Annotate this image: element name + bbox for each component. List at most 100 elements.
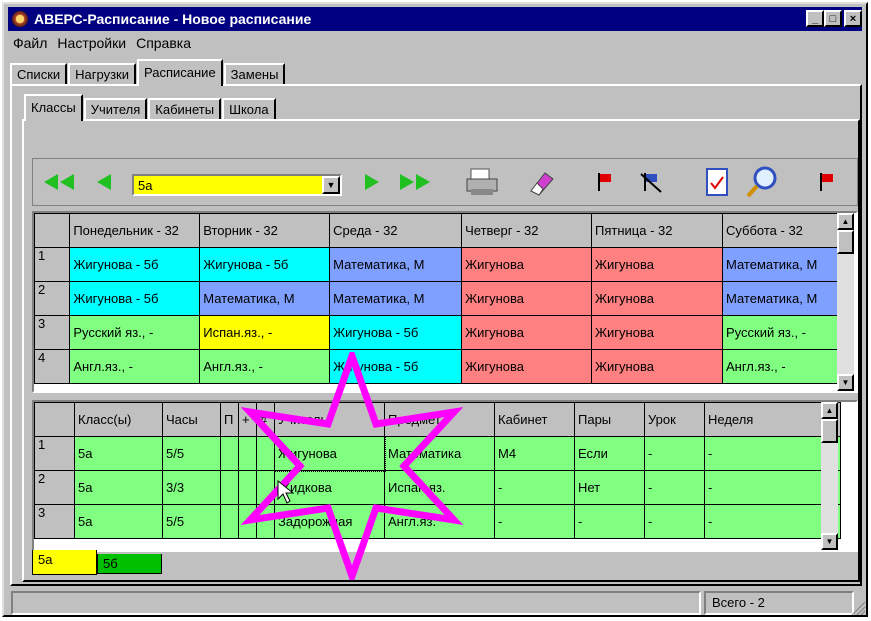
tab-replacements[interactable]: Замены xyxy=(223,63,286,86)
load-cell[interactable]: 5а xyxy=(74,470,163,505)
load-scrollbar[interactable]: ▲ ▼ xyxy=(821,402,838,550)
scroll-thumb[interactable] xyxy=(837,230,854,254)
class-tab-5b[interactable]: 5б xyxy=(97,554,162,574)
schedule-cell[interactable]: Жигунова xyxy=(461,281,593,316)
tab-classes[interactable]: Классы xyxy=(24,94,83,121)
scroll-down-icon[interactable]: ▼ xyxy=(837,374,854,391)
column-header[interactable]: Урок xyxy=(644,402,705,437)
red-flag-icon[interactable] xyxy=(812,164,842,200)
load-cell[interactable]: Испан.яз. xyxy=(384,470,495,505)
resize-grip-icon[interactable] xyxy=(850,600,866,616)
column-header[interactable]: Часы xyxy=(162,402,221,437)
column-header[interactable]: + xyxy=(238,402,257,437)
menu-help[interactable]: Справка xyxy=(131,35,196,51)
tab-rooms[interactable]: Кабинеты xyxy=(148,98,222,121)
day-header[interactable]: Понедельник - 32 xyxy=(69,213,201,248)
load-cell[interactable]: Задорожная xyxy=(274,504,385,539)
schedule-cell[interactable]: Жигунова xyxy=(461,349,593,384)
schedule-cell[interactable]: Математика, М xyxy=(329,247,463,282)
column-header[interactable]: Предмет xyxy=(384,402,495,437)
next-icon[interactable] xyxy=(360,164,384,200)
eraser-icon[interactable] xyxy=(520,164,560,200)
column-header[interactable]: Учитель xyxy=(274,402,385,437)
load-cell[interactable]: М4 xyxy=(494,436,575,471)
minimize-button[interactable]: _ xyxy=(806,10,824,27)
schedule-cell[interactable]: Жигунова xyxy=(461,247,593,282)
tab-teachers[interactable]: Учителя xyxy=(83,98,148,121)
schedule-cell[interactable]: Математика, М xyxy=(721,247,855,282)
load-cell[interactable]: - xyxy=(574,504,645,539)
search-icon[interactable] xyxy=(742,164,782,200)
load-cell[interactable] xyxy=(238,470,257,505)
scroll-up-icon[interactable]: ▲ xyxy=(837,213,854,230)
day-header[interactable]: Вторник - 32 xyxy=(199,213,331,248)
schedule-cell[interactable]: Жигунова - 5б xyxy=(69,247,201,282)
day-header[interactable]: Четверг - 32 xyxy=(461,213,593,248)
schedule-cell[interactable]: Англ.яз., - xyxy=(721,349,855,384)
schedule-cell[interactable]: Англ.яз., - xyxy=(199,349,331,384)
schedule-cell[interactable]: Математика, М xyxy=(721,281,855,316)
load-cell[interactable]: Англ.яз. xyxy=(384,504,495,539)
class-tab-5a[interactable]: 5а xyxy=(32,550,97,575)
load-cell[interactable]: Если xyxy=(574,436,645,471)
printer-icon[interactable] xyxy=(462,164,502,200)
schedule-cell[interactable]: Испан.яз., - xyxy=(199,315,331,350)
menu-settings[interactable]: Настройки xyxy=(52,35,131,51)
column-header[interactable]: Пары xyxy=(574,402,645,437)
schedule-cell[interactable]: Математика, М xyxy=(199,281,331,316)
column-header[interactable]: Класс(ы) xyxy=(74,402,163,437)
load-cell[interactable] xyxy=(220,436,239,471)
load-cell[interactable]: 5/5 xyxy=(162,436,221,471)
day-header[interactable]: Пятница - 32 xyxy=(591,213,723,248)
load-cell[interactable] xyxy=(256,470,275,505)
scroll-thumb[interactable] xyxy=(821,419,838,443)
load-cell[interactable]: Математика xyxy=(384,436,495,471)
load-cell[interactable]: Жигунова xyxy=(273,435,386,472)
schedule-cell[interactable]: Англ.яз., - xyxy=(69,349,201,384)
last-icon[interactable] xyxy=(396,164,436,200)
scroll-down-icon[interactable]: ▼ xyxy=(821,533,838,550)
tab-school[interactable]: Школа xyxy=(222,98,276,121)
load-cell[interactable] xyxy=(256,504,275,539)
column-header[interactable]: Кабинет xyxy=(494,402,575,437)
previous-icon[interactable] xyxy=(92,164,116,200)
load-cell[interactable] xyxy=(220,504,239,539)
close-button[interactable]: × xyxy=(844,10,862,27)
schedule-cell[interactable]: Жигунова - 5б xyxy=(199,247,331,282)
schedule-cell[interactable]: Русский яз., - xyxy=(69,315,201,350)
maximize-button[interactable]: □ xyxy=(824,10,842,27)
load-cell[interactable]: - xyxy=(644,436,705,471)
load-cell[interactable]: - xyxy=(494,470,575,505)
schedule-cell[interactable]: Жигунова xyxy=(591,247,723,282)
schedule-cell[interactable]: Жигунова xyxy=(461,315,593,350)
tab-lists[interactable]: Списки xyxy=(10,63,68,86)
chevron-down-icon[interactable]: ▼ xyxy=(322,176,340,194)
load-cell[interactable]: Нет xyxy=(574,470,645,505)
schedule-cell[interactable]: Жигунова xyxy=(591,315,723,350)
load-cell[interactable] xyxy=(238,436,257,471)
load-cell[interactable]: 3/3 xyxy=(162,470,221,505)
load-cell[interactable]: 5/5 xyxy=(162,504,221,539)
load-cell[interactable]: 5а xyxy=(74,504,163,539)
column-header[interactable]: П xyxy=(220,402,239,437)
flag-icon[interactable] xyxy=(590,164,620,200)
check-document-icon[interactable] xyxy=(700,164,734,200)
clear-flag-icon[interactable] xyxy=(636,164,666,200)
schedule-cell[interactable]: Русский яз., - xyxy=(721,315,855,350)
day-header[interactable]: Суббота - 32 xyxy=(721,213,855,248)
schedule-cell[interactable]: Математика, М xyxy=(329,281,463,316)
tab-loads[interactable]: Нагрузки xyxy=(68,63,136,86)
column-header[interactable]: # xyxy=(256,402,275,437)
schedule-cell[interactable]: Жигунова - 5б xyxy=(329,315,463,350)
load-cell[interactable]: - xyxy=(644,504,705,539)
load-cell[interactable] xyxy=(220,470,239,505)
menu-file[interactable]: Файл xyxy=(8,35,52,51)
schedule-scrollbar[interactable]: ▲ ▼ xyxy=(837,213,854,391)
load-cell[interactable] xyxy=(238,504,257,539)
tab-schedule[interactable]: Расписание xyxy=(137,59,223,86)
schedule-cell[interactable]: Жигунова - 5б xyxy=(69,281,201,316)
load-cell[interactable]: - xyxy=(494,504,575,539)
load-cell[interactable]: - xyxy=(644,470,705,505)
day-header[interactable]: Среда - 32 xyxy=(329,213,463,248)
scroll-up-icon[interactable]: ▲ xyxy=(821,402,838,419)
